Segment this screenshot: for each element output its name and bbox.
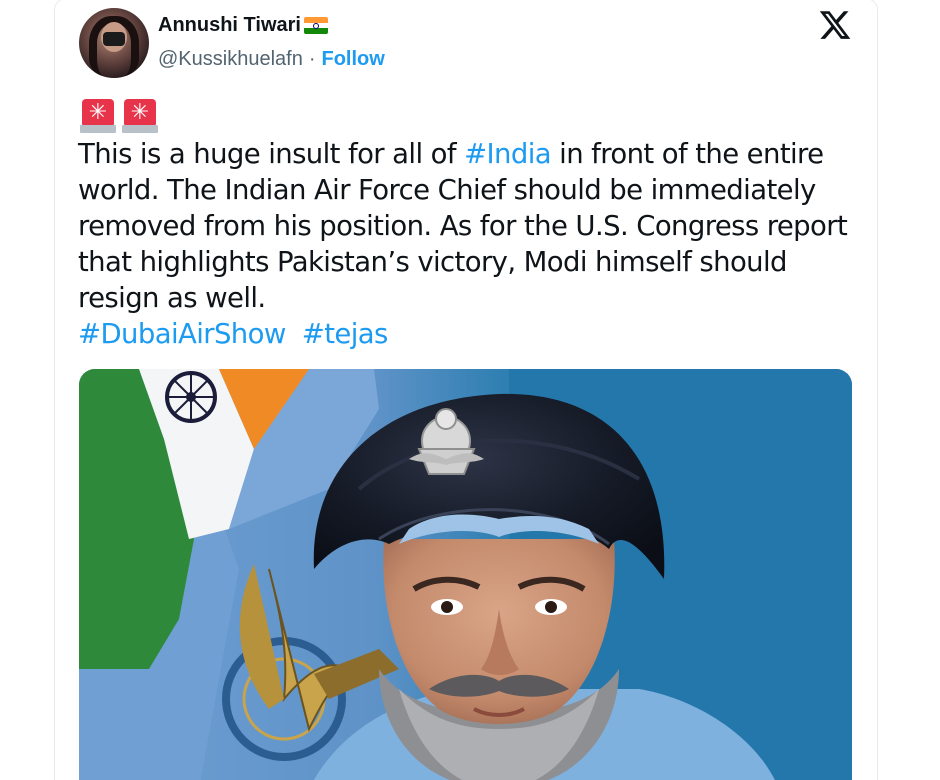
tweet-line-3: removed from his position. As for the U.… [78, 210, 848, 242]
police-siren-icon: ✳ [80, 98, 116, 134]
avatar-phone [103, 32, 125, 46]
officer-portrait-photo [79, 369, 852, 780]
author-avatar[interactable] [79, 8, 149, 78]
india-flag-icon [303, 17, 328, 34]
siren-emojis: ✳ ✳ [80, 98, 158, 134]
tweet-line-4: that highlights Pakistan’s victory, Modi… [78, 246, 788, 278]
hashtag-dubaiairshow[interactable]: #DubaiAirShow [78, 316, 286, 352]
separator-dot: · [308, 48, 316, 70]
tweet-photo[interactable] [79, 369, 852, 780]
tweet-line-1: This is a huge insult for all of #India … [78, 138, 824, 170]
hashtag-tejas[interactable]: #tejas [302, 316, 389, 352]
author-handle-row: @Kussikhuelafn · Follow [158, 48, 385, 71]
author-name[interactable]: Annushi Tiwari [158, 14, 328, 37]
tweet-line-2: world. The Indian Air Force Chief should… [78, 174, 816, 206]
x-logo-icon[interactable] [818, 8, 852, 42]
tweet-text: This is a huge insult for all of #India … [78, 136, 868, 316]
follow-button[interactable]: Follow [322, 48, 385, 71]
tweet-line-5: resign as well. [78, 282, 266, 314]
page: Annushi Tiwari @Kussikhuelafn · Follow ✳… [0, 0, 940, 780]
author-display-name[interactable]: Annushi Tiwari [158, 14, 301, 37]
author-handle[interactable]: @Kussikhuelafn [158, 48, 303, 71]
police-siren-icon: ✳ [122, 98, 158, 134]
watermark-strip [0, 766, 940, 780]
hashtag-india[interactable]: #India [464, 138, 552, 170]
tweet-hashtags: #DubaiAirShow #tejas [78, 316, 388, 352]
